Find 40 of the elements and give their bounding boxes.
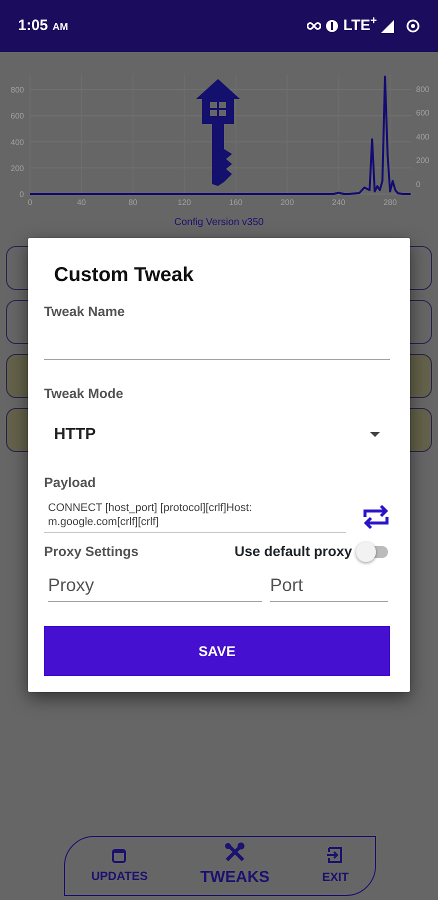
axis-tick-label: 200 (416, 156, 430, 166)
toggle-label: Use default proxy (234, 542, 352, 562)
axis-tick-label: 600 (10, 112, 24, 121)
infinity-icon (307, 22, 322, 30)
axis-tick-label: 120 (178, 198, 192, 207)
axis-tick-label: 400 (10, 138, 24, 147)
axis-tick-label: 200 (280, 198, 294, 207)
default-proxy-switch[interactable] (356, 542, 390, 562)
axis-tick-label: 400 (416, 132, 430, 142)
field-label: Tweak Name (44, 303, 126, 321)
data-saver-icon (406, 19, 420, 33)
exit-icon (326, 846, 344, 864)
payload-field[interactable]: CONNECT [host_port] [protocol][crlf]Host: m.google.com[crlf][crlf] (44, 500, 346, 534)
tools-icon (224, 842, 246, 862)
field-label: Tweak Mode (44, 385, 124, 404)
clock-time: 1:05 (18, 17, 48, 34)
caret-icon (370, 432, 380, 437)
axis-tick-label: 0 (416, 180, 420, 189)
repeat-icon[interactable] (362, 504, 390, 530)
axis-tick-label: 80 (128, 198, 138, 207)
axis-tick-label: 160 (229, 198, 242, 207)
field-label: Payload (44, 474, 97, 492)
config-version: Config Version v350 (174, 217, 264, 228)
axis-tick-label: 240 (332, 198, 346, 207)
calendar-icon (111, 847, 128, 863)
axis-tick-label: 800 (10, 86, 24, 95)
axis-tick-label: 40 (77, 198, 86, 207)
clock-meridiem: AM (52, 22, 68, 33)
axis-tick-label: 800 (416, 84, 430, 94)
axis-tick-label: 280 (383, 198, 397, 207)
axis-tick-label: 0 (28, 198, 32, 207)
signal-icon (381, 20, 394, 32)
dialog-title: Custom Tweak (54, 263, 194, 288)
network-type: LTE$^{+}$ (343, 14, 377, 36)
eye-icon (325, 20, 340, 32)
axis-tick-label: 200 (10, 164, 24, 173)
axis-tick-label: 0 (20, 190, 24, 199)
save-button[interactable]: SAVE (44, 626, 390, 676)
section-label: Proxy Settings (44, 542, 139, 561)
axis-tick-label: 600 (416, 108, 430, 118)
